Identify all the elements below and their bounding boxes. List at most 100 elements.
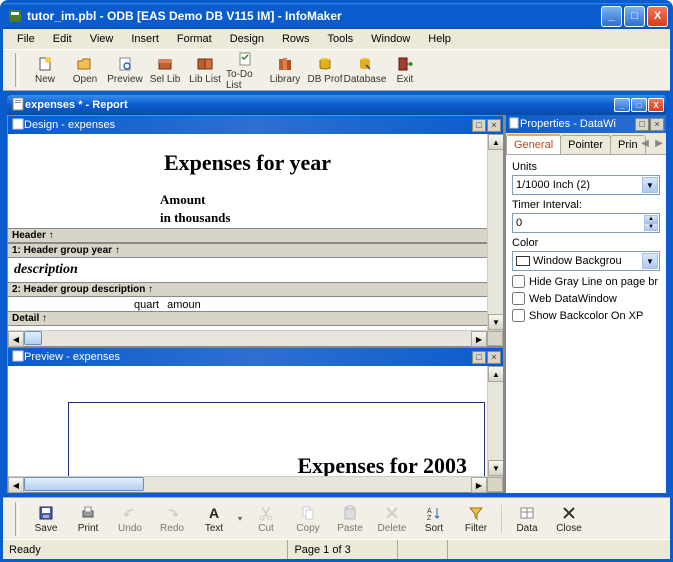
text-button[interactable]: AText [193, 502, 235, 536]
sel-lib-icon [156, 55, 174, 73]
preview-scroll-up-button[interactable]: ▲ [488, 366, 503, 382]
amount-label-2[interactable]: in thousands [8, 210, 487, 228]
tab-prev-button[interactable]: ◀ [638, 135, 652, 151]
scroll-right-button[interactable]: ▶ [471, 331, 487, 347]
library-icon [276, 55, 294, 73]
preview-h-scrollbar[interactable]: ◀ ▶ [8, 476, 503, 492]
data-button[interactable]: Data [506, 502, 548, 536]
amount-label[interactable]: Amount [8, 186, 487, 210]
col-quart[interactable]: quart [134, 299, 159, 311]
report-title-field[interactable]: Expenses for year [8, 134, 487, 186]
props-restore-button[interactable]: □ [635, 118, 649, 131]
print-button[interactable]: Print [67, 502, 109, 536]
preview-canvas[interactable]: Expenses for 2003 [8, 366, 487, 476]
preview-button[interactable]: Preview [105, 53, 145, 87]
design-panel: Design - expenses □ × Expenses for year … [7, 115, 504, 347]
preview-restore-button[interactable]: □ [472, 351, 486, 364]
bottom-toolbar-grip[interactable] [15, 502, 19, 536]
band-header[interactable]: Header ↑ [8, 228, 487, 243]
props-close-button[interactable]: × [650, 118, 664, 131]
units-select[interactable]: 1/1000 Inch (2) ▼ [512, 175, 660, 195]
menu-edit[interactable]: Edit [45, 31, 80, 47]
database-button[interactable]: Database [345, 53, 385, 87]
design-close-button[interactable]: × [487, 119, 501, 132]
minimize-button[interactable]: _ [601, 6, 622, 27]
menu-help[interactable]: Help [420, 31, 459, 47]
preview-close-button[interactable]: × [487, 351, 501, 364]
text-dropdown-button[interactable]: ▾ [235, 514, 245, 523]
preview-scroll-down-button[interactable]: ▼ [488, 460, 503, 476]
redo-button[interactable]: Redo [151, 502, 193, 536]
band-group-year[interactable]: 1: Header group year ↑ [8, 243, 487, 258]
design-restore-button[interactable]: □ [472, 119, 486, 132]
band-group-description[interactable]: 2: Header group description ↑ [8, 282, 487, 297]
child-minimize-button[interactable]: _ [614, 98, 630, 112]
child-close-button[interactable]: X [648, 98, 664, 112]
spin-down-icon[interactable]: ▼ [644, 223, 658, 231]
menu-view[interactable]: View [82, 31, 122, 47]
col-amount[interactable]: amoun [167, 299, 201, 311]
spin-up-icon[interactable]: ▲ [644, 215, 658, 223]
lib-list-button[interactable]: Lib List [185, 53, 225, 87]
menu-insert[interactable]: Insert [123, 31, 167, 47]
undo-button[interactable]: Undo [109, 502, 151, 536]
save-button[interactable]: Save [25, 502, 67, 536]
color-select[interactable]: Window Backgrou ▼ [512, 251, 660, 271]
print-icon [79, 504, 97, 522]
scroll-down-button[interactable]: ▼ [488, 314, 503, 330]
copy-button[interactable]: Copy [287, 502, 329, 536]
preview-v-scrollbar[interactable]: ▲ ▼ [487, 366, 503, 476]
maximize-button[interactable]: □ [624, 6, 645, 27]
timer-input[interactable]: 0 ▲ ▼ [512, 213, 660, 233]
main-titlebar: tutor_im.pbl - ODB [EAS Demo DB V115 IM]… [3, 3, 670, 29]
menu-design[interactable]: Design [222, 31, 272, 47]
design-h-scrollbar[interactable]: ◀ ▶ [8, 330, 503, 346]
scroll-up-button[interactable]: ▲ [488, 134, 503, 150]
filter-button[interactable]: Filter [455, 502, 497, 536]
menu-rows[interactable]: Rows [274, 31, 318, 47]
exit-icon [396, 55, 414, 73]
database-icon [356, 55, 374, 73]
description-field[interactable]: description [8, 258, 487, 282]
tab-pointer[interactable]: Pointer [560, 135, 611, 154]
delete-button[interactable]: Delete [371, 502, 413, 536]
toolbar-grip[interactable] [15, 53, 19, 87]
child-maximize-button[interactable]: □ [631, 98, 647, 112]
tab-general[interactable]: General [506, 134, 561, 154]
tab-next-button[interactable]: ▶ [652, 135, 666, 151]
design-canvas[interactable]: Expenses for year Amount in thousands He… [8, 134, 487, 330]
cut-button[interactable]: Cut [245, 502, 287, 536]
chevron-down-icon: ▼ [642, 177, 658, 193]
todo-button[interactable]: To-Do List [225, 48, 265, 93]
band-detail[interactable]: Detail ↑ [8, 311, 487, 326]
delete-icon [383, 504, 401, 522]
scroll-left-button[interactable]: ◀ [8, 331, 24, 347]
hide-gray-label: Hide Gray Line on page br [529, 276, 658, 288]
exit-button[interactable]: Exit [385, 53, 425, 87]
preview-scroll-left-button[interactable]: ◀ [8, 477, 24, 493]
dbprof-button[interactable]: DB Prof [305, 53, 345, 87]
design-v-scrollbar[interactable]: ▲ ▼ [487, 134, 503, 330]
close-report-button[interactable]: Close [548, 502, 590, 536]
menu-tools[interactable]: Tools [319, 31, 361, 47]
sort-button[interactable]: AZSort [413, 502, 455, 536]
child-titlebar: expenses * - Report _ □ X [7, 95, 666, 115]
app-icon [7, 8, 23, 24]
paste-button[interactable]: Paste [329, 502, 371, 536]
close-button[interactable]: X [647, 6, 668, 27]
backcolor-xp-checkbox[interactable] [512, 309, 525, 322]
preview-scroll-right-button[interactable]: ▶ [471, 477, 487, 493]
sel-lib-button[interactable]: Sel Lib [145, 53, 185, 87]
library-button[interactable]: Library [265, 53, 305, 87]
menu-file[interactable]: File [9, 31, 43, 47]
web-dw-checkbox[interactable] [512, 292, 525, 305]
menu-format[interactable]: Format [169, 31, 220, 47]
save-icon [37, 504, 55, 522]
open-button[interactable]: Open [65, 53, 105, 87]
preview-title-text: Expenses for 2003 [298, 453, 468, 476]
new-button[interactable]: New [25, 53, 65, 87]
menu-window[interactable]: Window [363, 31, 418, 47]
preview-panel: Preview - expenses □ × Expenses for 2003… [7, 347, 504, 493]
sum-field[interactable]: cum(ar [8, 326, 487, 330]
hide-gray-checkbox[interactable] [512, 275, 525, 288]
